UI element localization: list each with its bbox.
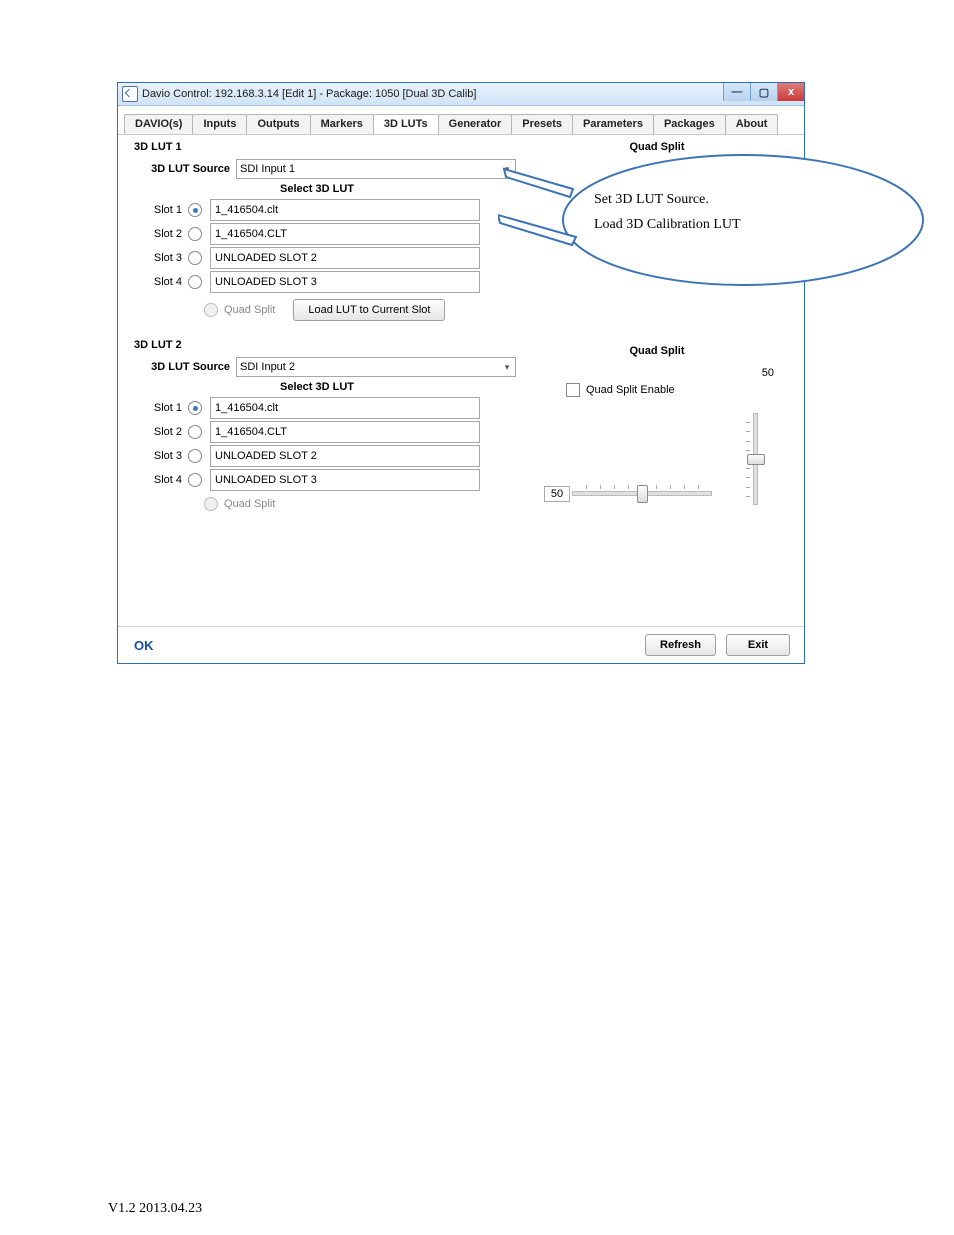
group-3dlut2: 3D LUT 2 3D LUT Source SDI Input 2 ▾ Sel… — [132, 339, 790, 511]
lut2-quad-enable-checkbox[interactable] — [566, 383, 580, 397]
lut1-load-button[interactable]: Load LUT to Current Slot — [293, 299, 445, 321]
lut1-slot4-field[interactable]: UNLOADED SLOT 3 — [210, 271, 480, 293]
lut2-quad-panel: Quad Split 50 Quad Split Enable 50 — [532, 345, 782, 509]
lut2-slot2-field[interactable]: 1_416504.CLT — [210, 421, 480, 443]
page-footer: V1.2 2013.04.23 — [108, 1201, 202, 1217]
refresh-button[interactable]: Refresh — [645, 634, 716, 656]
lut1-slot4-radio[interactable] — [188, 275, 202, 289]
lut2-quadsplit-radio — [204, 497, 218, 511]
title-bar[interactable]: Davio Control: 192.168.3.14 [Edit 1] - P… — [118, 83, 804, 106]
lut2-slot3-label: Slot 3 — [132, 450, 186, 462]
bottom-bar: OK Refresh Exit — [118, 626, 804, 663]
tab-strip: DAVIO(s) Inputs Outputs Markers 3D LUTs … — [118, 106, 804, 135]
lut2-slot2-radio[interactable] — [188, 425, 202, 439]
tab-generator[interactable]: Generator — [438, 114, 513, 134]
lut2-quad-title: Quad Split — [532, 345, 782, 357]
lut1-quadsplit-label: Quad Split — [224, 304, 275, 316]
lut1-select-label: Select 3D LUT — [132, 183, 502, 195]
lut2-quad-vslider-value: 50 — [762, 367, 774, 379]
lut2-quad-enable-label: Quad Split Enable — [586, 384, 675, 396]
lut1-slot1-label: Slot 1 — [132, 204, 186, 216]
lut1-slot2-field[interactable]: 1_416504.CLT — [210, 223, 480, 245]
lut2-slot3-field[interactable]: UNLOADED SLOT 2 — [210, 445, 480, 467]
lut2-slot4-label: Slot 4 — [132, 474, 186, 486]
lut2-slot1-label: Slot 1 — [132, 402, 186, 414]
lut1-slot3-field[interactable]: UNLOADED SLOT 2 — [210, 247, 480, 269]
lut1-quadsplit-radio — [204, 303, 218, 317]
lut2-select-label: Select 3D LUT — [132, 381, 502, 393]
lut1-source-label: 3D LUT Source — [132, 163, 236, 175]
lut2-slot2-label: Slot 2 — [132, 426, 186, 438]
lut1-slot1-radio[interactable] — [188, 203, 202, 217]
lut2-source-label: 3D LUT Source — [132, 361, 236, 373]
lut1-slot1-field[interactable]: 1_416504.clt — [210, 199, 480, 221]
lut2-quad-vslider[interactable] — [744, 413, 766, 505]
status-ok: OK — [134, 638, 154, 653]
close-button[interactable]: x — [777, 83, 804, 101]
lut2-source-value: SDI Input 2 — [240, 361, 295, 373]
lut1-slot3-radio[interactable] — [188, 251, 202, 265]
maximize-button[interactable]: ▢ — [750, 83, 777, 101]
exit-button[interactable]: Exit — [726, 634, 790, 656]
lut2-quad-hslider-value: 50 — [544, 486, 570, 502]
lut2-slot4-field[interactable]: UNLOADED SLOT 3 — [210, 469, 480, 491]
lut2-quad-hslider[interactable]: 50 — [572, 483, 712, 503]
lut1-source-value: SDI Input 1 — [240, 163, 295, 175]
annotation-callout: Set 3D LUT Source. Load 3D Calibration L… — [498, 145, 918, 295]
tab-outputs[interactable]: Outputs — [246, 114, 310, 134]
lut1-slot4-label: Slot 4 — [132, 276, 186, 288]
lut2-source-combo[interactable]: SDI Input 2 ▾ — [236, 357, 516, 377]
lut1-slot3-label: Slot 3 — [132, 252, 186, 264]
tab-presets[interactable]: Presets — [511, 114, 573, 134]
lut2-slot4-radio[interactable] — [188, 473, 202, 487]
lut2-quadsplit-label: Quad Split — [224, 498, 275, 510]
tab-davios[interactable]: DAVIO(s) — [124, 114, 193, 134]
window-title: Davio Control: 192.168.3.14 [Edit 1] - P… — [142, 88, 476, 100]
dropdown-arrow-icon: ▾ — [502, 362, 512, 373]
lut2-slot1-field[interactable]: 1_416504.clt — [210, 397, 480, 419]
tab-inputs[interactable]: Inputs — [192, 114, 247, 134]
callout-line2: Load 3D Calibration LUT — [594, 212, 854, 237]
lut2-slot3-radio[interactable] — [188, 449, 202, 463]
tab-parameters[interactable]: Parameters — [572, 114, 654, 134]
lut1-source-combo[interactable]: SDI Input 1 ▾ — [236, 159, 516, 179]
lut1-slot2-label: Slot 2 — [132, 228, 186, 240]
tab-about[interactable]: About — [725, 114, 779, 134]
callout-line1: Set 3D LUT Source. — [594, 187, 854, 212]
tab-markers[interactable]: Markers — [310, 114, 374, 134]
app-icon — [122, 86, 138, 102]
tab-packages[interactable]: Packages — [653, 114, 726, 134]
lut2-slot1-radio[interactable] — [188, 401, 202, 415]
minimize-button[interactable]: — — [723, 83, 750, 101]
tab-3dluts[interactable]: 3D LUTs — [373, 114, 439, 134]
lut1-slot2-radio[interactable] — [188, 227, 202, 241]
